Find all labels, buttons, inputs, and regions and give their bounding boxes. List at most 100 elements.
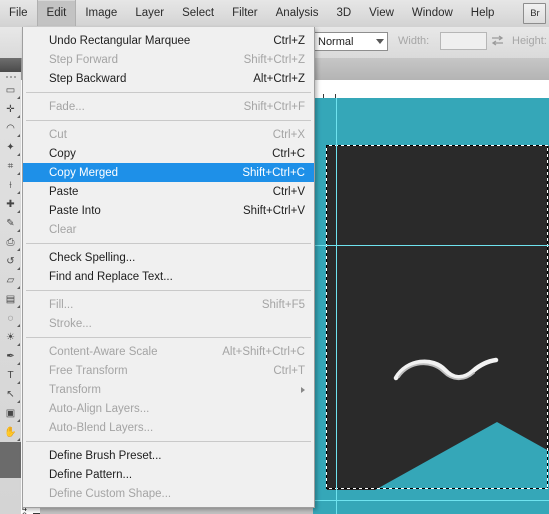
menu-item-label: Auto-Blend Layers...: [49, 421, 154, 434]
menu-item-free-transform: Free Transform Ctrl+T: [23, 361, 314, 380]
menu-bar-item-label: Analysis: [275, 7, 319, 19]
pen-tool-icon[interactable]: ✒: [0, 347, 21, 366]
menu-item-shortcut: Ctrl+T: [273, 364, 305, 377]
menu-item-step-forward: Step Forward Shift+Ctrl+Z: [23, 50, 314, 69]
shape-tool-icon[interactable]: ▣: [0, 404, 21, 423]
dodge-tool-icon[interactable]: ☀: [0, 328, 21, 347]
menu-item-auto-align-layers: Auto-Align Layers...: [23, 399, 314, 418]
height-label: Height:: [512, 35, 547, 47]
menu-bar-items: File Edit Image Layer Select Filter Analysis 3D…: [0, 0, 503, 27]
menu-item-define-pattern[interactable]: Define Pattern...: [23, 465, 314, 484]
menu-item-label: Paste Into: [49, 204, 101, 217]
move-tool-icon[interactable]: ✛: [0, 100, 21, 119]
menu-bar-item-edit[interactable]: Edit: [36, 0, 77, 26]
menu-item-clear: Clear: [23, 220, 314, 239]
type-tool-icon[interactable]: T: [0, 366, 21, 385]
menu-item-label: Clear: [49, 223, 77, 236]
menu-bar-item-label: Image: [85, 7, 118, 19]
menu-separator: [26, 243, 311, 244]
menu-item-find-and-replace-text[interactable]: Find and Replace Text...: [23, 267, 314, 286]
menu-item-stroke: Stroke...: [23, 314, 314, 333]
menu-bar-item-label: Select: [182, 7, 215, 19]
history-brush-tool-icon[interactable]: ↺: [0, 252, 21, 271]
menu-item-shortcut: Alt+Shift+Ctrl+C: [222, 345, 305, 358]
menu-bar-item-image[interactable]: Image: [76, 0, 126, 26]
menu-bar-item-label: Window: [411, 7, 453, 19]
menu-item-cut: Cut Ctrl+X: [23, 125, 314, 144]
feather-style-value: Normal: [318, 35, 354, 48]
teal-ground: [327, 490, 549, 514]
menu-item-label: Define Pattern...: [49, 468, 133, 481]
edit-menu-dropdown[interactable]: Undo Rectangular Marquee Ctrl+Z Step Forwa…: [22, 27, 315, 508]
menu-item-copy[interactable]: Copy Ctrl+C: [23, 144, 314, 163]
menu-item-label: Paste: [49, 185, 79, 198]
menu-item-label: Fill...: [49, 298, 74, 311]
menu-item-paste-into[interactable]: Paste Into Shift+Ctrl+V: [23, 201, 314, 220]
menu-bar-item-label: View: [369, 7, 394, 19]
lasso-tool-icon[interactable]: ◠: [0, 119, 21, 138]
menu-bar-item-label: File: [9, 7, 28, 19]
width-input[interactable]: [440, 32, 487, 50]
menu-bar-item-label: Edit: [46, 7, 67, 19]
menu-item-label: Copy: [49, 147, 76, 160]
menu-item-check-spelling[interactable]: Check Spelling...: [23, 248, 314, 267]
tools-panel-header[interactable]: [0, 58, 21, 72]
menu-bar-item-window[interactable]: Window: [403, 0, 462, 26]
eyedropper-tool-icon[interactable]: ⟊: [0, 176, 21, 195]
menu-item-paste[interactable]: Paste Ctrl+V: [23, 182, 314, 201]
path-selection-tool-icon[interactable]: ↖: [0, 385, 21, 404]
bridge-icon[interactable]: Br: [523, 3, 547, 24]
menu-bar-item-3d[interactable]: 3D: [327, 0, 360, 26]
menu-item-transform: Transform: [23, 380, 314, 399]
menu-bar-item-layer[interactable]: Layer: [126, 0, 173, 26]
menu-item-shortcut: Shift+Ctrl+Z: [243, 53, 305, 66]
hand-tool-icon[interactable]: ✋: [0, 423, 21, 442]
crop-tool-icon[interactable]: ⌗: [0, 157, 21, 176]
menu-item-step-backward[interactable]: Step Backward Alt+Ctrl+Z: [23, 69, 314, 88]
tools-panel: ▭✛◠✦⌗⟊✚✎⎙↺▱▤◌☀✒T↖▣✋⚲: [0, 58, 22, 514]
menu-item-copy-merged[interactable]: Copy Merged Shift+Ctrl+C: [23, 163, 314, 182]
menu-bar-item-analysis[interactable]: Analysis: [267, 0, 328, 26]
foreground-background-color-swatch[interactable]: [0, 442, 21, 478]
menu-item-label: Define Brush Preset...: [49, 449, 162, 462]
brush-tool-icon[interactable]: ✎: [0, 214, 21, 233]
guide-vertical[interactable]: [336, 98, 337, 514]
menu-item-label: Copy Merged: [49, 166, 119, 179]
menu-bar-item-file[interactable]: File: [0, 0, 37, 26]
menu-item-shortcut: Alt+Ctrl+Z: [253, 72, 305, 85]
menu-item-label: Stroke...: [49, 317, 92, 330]
marquee-tool-icon[interactable]: ▭: [0, 81, 21, 100]
menu-item-shortcut: Shift+Ctrl+F: [243, 100, 305, 113]
menu-item-content-aware-scale: Content-Aware Scale Alt+Shift+Ctrl+C: [23, 342, 314, 361]
gradient-tool-icon[interactable]: ▤: [0, 290, 21, 309]
menu-bar-item-help[interactable]: Help: [462, 0, 504, 26]
menu-bar: File Edit Image Layer Select Filter Analysis 3D…: [0, 0, 549, 28]
bridge-button-label: Br: [530, 8, 540, 19]
eraser-tool-icon[interactable]: ▱: [0, 271, 21, 290]
menu-bar-right-tools: Br: [503, 0, 549, 27]
menu-bar-item-label: Layer: [135, 7, 165, 19]
menu-item-label: Cut: [49, 128, 67, 141]
menu-item-label: Auto-Align Layers...: [49, 402, 150, 415]
menu-bar-item-filter[interactable]: Filter: [223, 0, 267, 26]
healing-brush-tool-icon[interactable]: ✚: [0, 195, 21, 214]
menu-bar-item-select[interactable]: Select: [173, 0, 223, 26]
menu-item-fade: Fade... Shift+Ctrl+F: [23, 97, 314, 116]
document-image[interactable]: [313, 98, 549, 514]
menu-item-label: Step Backward: [49, 72, 127, 85]
swap-width-height-icon[interactable]: [491, 35, 504, 50]
tools-panel-grip[interactable]: [0, 72, 21, 81]
menu-separator: [26, 441, 311, 442]
menu-item-define-brush-preset[interactable]: Define Brush Preset...: [23, 446, 314, 465]
menu-item-undo-rectangular-marquee[interactable]: Undo Rectangular Marquee Ctrl+Z: [23, 31, 314, 50]
menu-item-label: Content-Aware Scale: [49, 345, 158, 358]
tools-list: ▭✛◠✦⌗⟊✚✎⎙↺▱▤◌☀✒T↖▣✋⚲: [0, 81, 21, 461]
menu-separator: [26, 120, 311, 121]
blur-tool-icon[interactable]: ◌: [0, 309, 21, 328]
feather-style-select[interactable]: Normal: [313, 32, 388, 51]
quick-select-tool-icon[interactable]: ✦: [0, 138, 21, 157]
menu-bar-item-view[interactable]: View: [360, 0, 403, 26]
menu-separator: [26, 337, 311, 338]
clone-stamp-tool-icon[interactable]: ⎙: [0, 233, 21, 252]
photoshop-window: File Edit Image Layer Select Filter Analysis 3D…: [0, 0, 549, 514]
